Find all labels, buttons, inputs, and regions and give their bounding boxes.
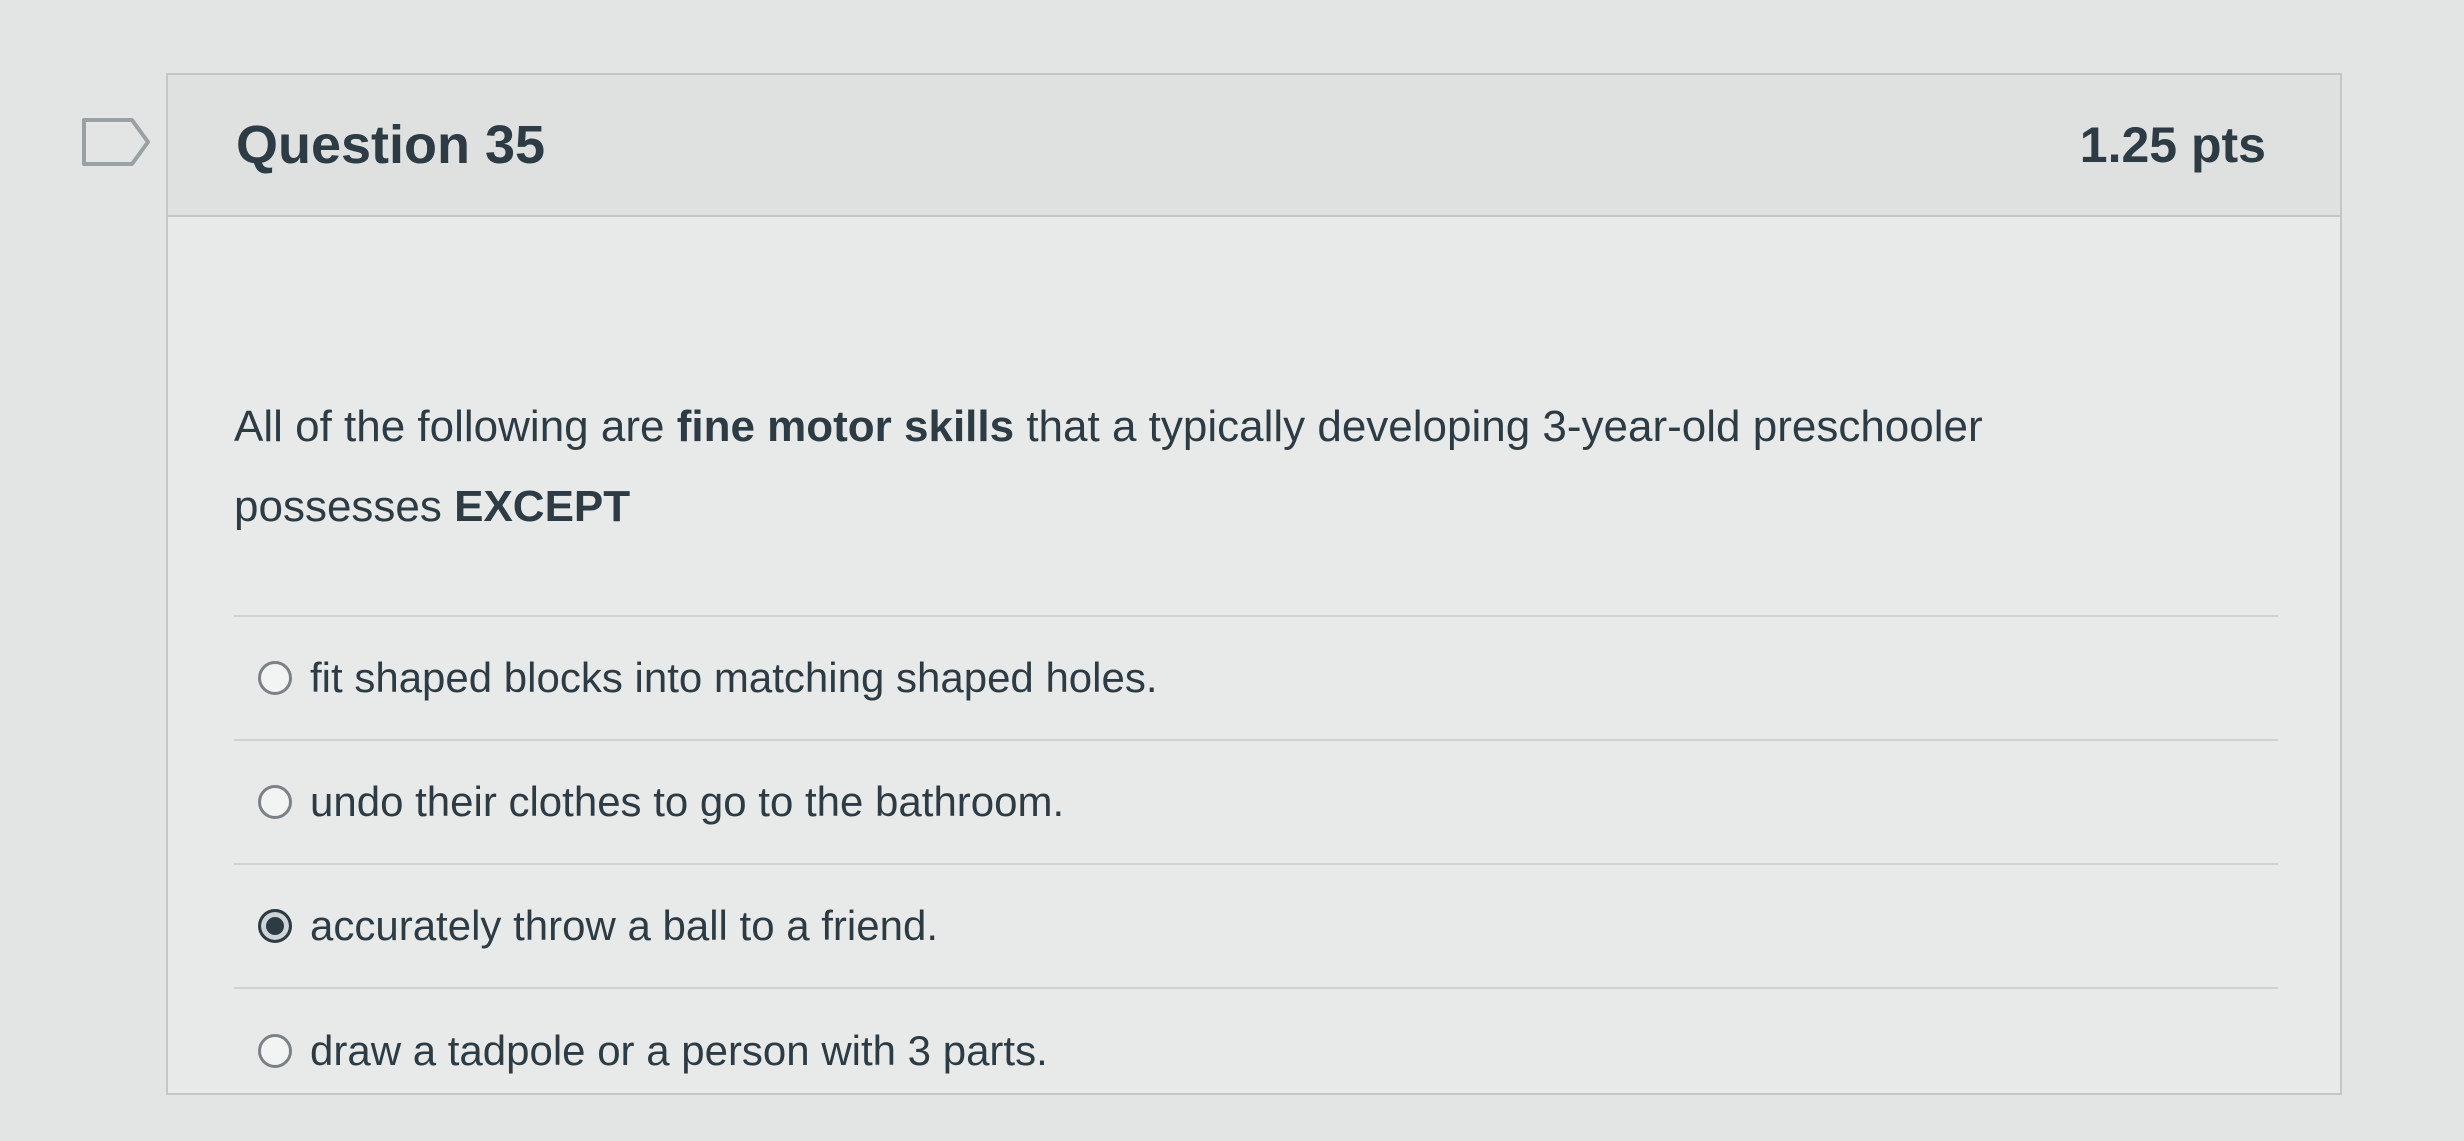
answer-option-2[interactable]: undo their clothes to go to the bathroom… <box>234 741 2278 865</box>
answer-label: undo their clothes to go to the bathroom… <box>310 778 1065 825</box>
answer-option-1[interactable]: fit shaped blocks into matching shaped h… <box>234 617 2278 741</box>
radio-button-icon[interactable] <box>258 785 292 819</box>
answer-option-3[interactable]: accurately throw a ball to a friend. <box>234 865 2278 989</box>
flag-question-icon[interactable] <box>80 116 152 168</box>
question-card: Question 35 1.25 pts All of the followin… <box>166 73 2342 1095</box>
question-text-part: All of the following are <box>234 402 677 451</box>
radio-button-icon[interactable] <box>258 1034 292 1068</box>
radio-button-selected-icon[interactable] <box>258 909 292 943</box>
question-text: All of the following are fine motor skil… <box>234 387 2184 547</box>
answer-option-4[interactable]: draw a tadpole or a person with 3 parts. <box>234 989 2278 1113</box>
answer-label: draw a tadpole or a person with 3 parts. <box>310 1027 1048 1074</box>
radio-button-icon[interactable] <box>258 661 292 695</box>
question-body: All of the following are fine motor skil… <box>168 387 2340 1113</box>
question-text-emphasis: EXCEPT <box>454 482 631 531</box>
answer-list: fit shaped blocks into matching shaped h… <box>234 615 2278 1113</box>
question-text-emphasis: fine motor skills <box>676 402 1015 451</box>
answer-label: accurately throw a ball to a friend. <box>310 902 938 949</box>
answer-label: fit shaped blocks into matching shaped h… <box>310 654 1158 701</box>
question-header: Question 35 1.25 pts <box>168 75 2340 217</box>
question-points: 1.25 pts <box>2079 117 2266 173</box>
question-title: Question 35 <box>236 115 546 175</box>
